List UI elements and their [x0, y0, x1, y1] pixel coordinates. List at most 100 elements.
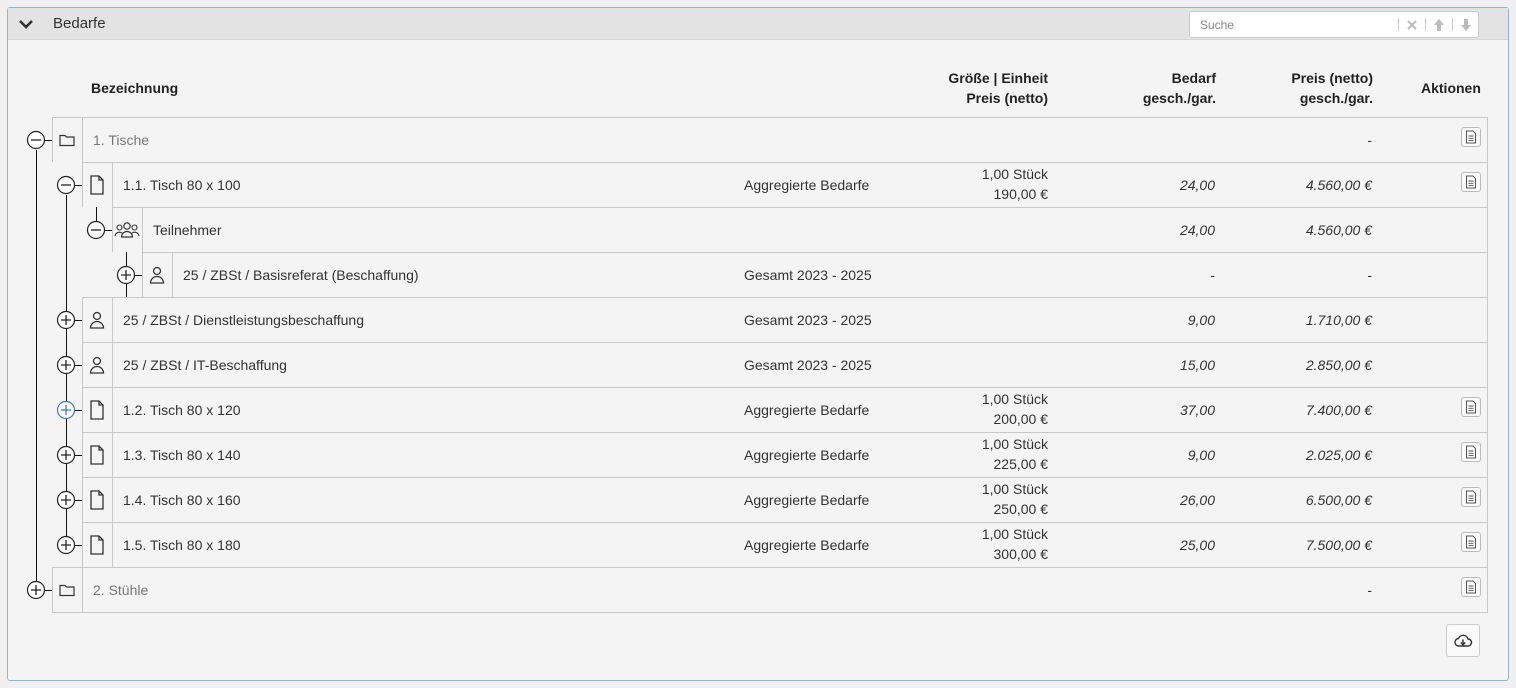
row-label: 1.1. Tisch 80 x 100 [123, 176, 241, 193]
row-preis: - [1367, 266, 1372, 283]
expand-toggle-icon[interactable] [26, 580, 46, 600]
collapse-toggle-icon[interactable] [26, 130, 46, 150]
header-bedarf-line2: gesch./gar. [1142, 90, 1216, 106]
expand-toggle-icon[interactable] [56, 535, 76, 555]
row-preis: 4.560,00 € [1305, 176, 1372, 193]
row-label: 2. Stühle [93, 581, 149, 598]
row-label: 25 / ZBSt / Basisreferat (Beschaffung) [183, 266, 419, 283]
row-right-border [1487, 162, 1488, 208]
header-aktionen: Aktionen [1421, 80, 1481, 96]
document-icon [89, 174, 115, 195]
header-bezeichnung[interactable]: Bezeichnung [91, 78, 178, 98]
row-unit: 1,00 Stück [981, 525, 1048, 542]
row-right-border [1487, 207, 1488, 253]
row-preis: 2.025,00 € [1305, 446, 1372, 463]
details-button[interactable] [1461, 441, 1481, 462]
row-label: 1.5. Tisch 80 x 180 [123, 536, 241, 553]
arrow-down-icon[interactable] [1453, 12, 1479, 37]
expand-toggle-icon[interactable] [56, 355, 76, 375]
document-lines-icon [1466, 175, 1476, 188]
row-type: Aggregierte Bedarfe [744, 491, 870, 508]
row-unit-price: 190,00 € [993, 185, 1049, 202]
row-preis: - [1367, 581, 1372, 598]
document-lines-icon [1466, 535, 1476, 548]
document-icon [89, 399, 115, 420]
row-preis: 1.710,00 € [1305, 311, 1372, 328]
header-preis[interactable]: Preis (netto) gesch./gar. [1240, 68, 1373, 108]
row-bedarf: 25,00 [1179, 536, 1215, 553]
row-bedarf: 37,00 [1179, 401, 1215, 418]
details-button[interactable] [1461, 576, 1481, 597]
search-input[interactable] [1190, 12, 1390, 37]
row-label: 1.3. Tisch 80 x 140 [123, 446, 241, 463]
row-type: Aggregierte Bedarfe [744, 536, 870, 553]
download-button[interactable] [1446, 624, 1480, 657]
row-unit: 1,00 Stück [981, 480, 1048, 497]
row-bedarf: 24,00 [1179, 176, 1215, 193]
arrow-up-icon[interactable] [1426, 12, 1452, 37]
document-lines-icon [1466, 580, 1476, 593]
document-lines-icon [1466, 130, 1476, 143]
row-unit-price: 200,00 € [993, 410, 1049, 427]
document-icon [89, 534, 115, 555]
header-preis-line1: Preis (netto) [1291, 70, 1373, 86]
row-bedarf: - [1210, 266, 1215, 283]
row-unit: 1,00 Stück [981, 165, 1048, 182]
expand-toggle-icon[interactable] [116, 265, 136, 285]
row-label: 1. Tische [93, 131, 150, 148]
tree-connector-line [36, 150, 37, 590]
row-preis: 6.500,00 € [1305, 491, 1372, 508]
row-preis: 7.500,00 € [1305, 536, 1372, 553]
header-groesse-einheit[interactable]: Größe | Einheit Preis (netto) [890, 68, 1048, 108]
expand-toggle-icon[interactable] [56, 400, 76, 420]
document-icon [89, 444, 115, 465]
document-icon [89, 489, 115, 510]
panel-title: Bedarfe [53, 15, 106, 32]
chevron-down-icon[interactable] [16, 16, 36, 32]
details-button[interactable] [1461, 126, 1481, 147]
collapse-toggle-icon[interactable] [56, 175, 76, 195]
cloud-download-icon [1454, 634, 1473, 647]
header-groesse-line1: Größe | Einheit [948, 70, 1048, 86]
header-bedarf[interactable]: Bedarf gesch./gar. [1080, 68, 1216, 108]
panel-header: Bedarfe [8, 8, 1508, 40]
collapse-toggle-icon[interactable] [86, 220, 106, 240]
row-label: 1.2. Tisch 80 x 120 [123, 401, 241, 418]
row-preis: 2.850,00 € [1305, 356, 1372, 373]
row-bedarf: 15,00 [1179, 356, 1215, 373]
row-right-border [1487, 477, 1488, 523]
document-lines-icon [1466, 400, 1476, 413]
row-right-border [1487, 432, 1488, 478]
row-unit-price: 250,00 € [993, 500, 1049, 517]
details-button[interactable] [1461, 396, 1481, 417]
users-icon [114, 220, 140, 240]
row-preis: - [1367, 131, 1372, 148]
row-right-border [1487, 387, 1488, 433]
user-icon [89, 355, 115, 375]
document-lines-icon [1466, 490, 1476, 503]
row-label: 25 / ZBSt / Dienstleistungsbeschaffung [123, 311, 364, 328]
search-box [1189, 11, 1479, 38]
expand-toggle-icon[interactable] [56, 310, 76, 330]
row-type: Gesamt 2023 - 2025 [744, 356, 872, 373]
row-label: 25 / ZBSt / IT-Beschaffung [123, 356, 287, 373]
row-type: Gesamt 2023 - 2025 [744, 311, 872, 328]
row-type: Aggregierte Bedarfe [744, 401, 870, 418]
details-button[interactable] [1461, 171, 1481, 192]
details-button[interactable] [1461, 486, 1481, 507]
expand-toggle-icon[interactable] [56, 490, 76, 510]
row-bottom-border [52, 612, 1488, 613]
expand-toggle-icon[interactable] [56, 445, 76, 465]
header-groesse-line2: Preis (netto) [966, 90, 1048, 106]
row-label: 1.4. Tisch 80 x 160 [123, 491, 241, 508]
row-unit: 1,00 Stück [981, 390, 1048, 407]
row-label: Teilnehmer [153, 221, 222, 238]
header-preis-line2: gesch./gar. [1299, 90, 1373, 106]
folder-icon [59, 580, 85, 600]
clear-search-icon[interactable] [1399, 12, 1425, 37]
icon-cell-divider [142, 207, 143, 252]
details-button[interactable] [1461, 531, 1481, 552]
row-right-border [1487, 117, 1488, 163]
row-right-border [1487, 342, 1488, 388]
folder-icon [59, 130, 85, 150]
